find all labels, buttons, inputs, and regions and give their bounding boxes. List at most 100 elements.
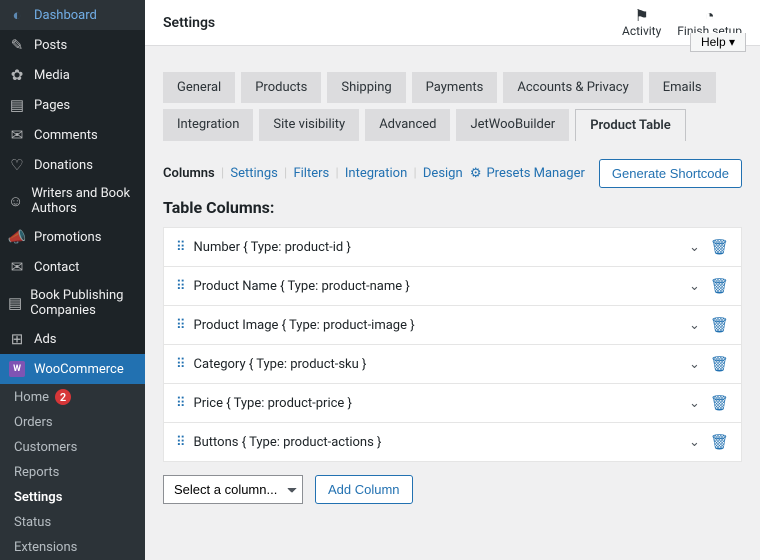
subnav-design[interactable]: Design [423, 166, 463, 181]
tab-general[interactable]: General [163, 72, 235, 103]
generate-shortcode-button[interactable]: Generate Shortcode [599, 159, 742, 188]
submenu-item-home[interactable]: Home2 [0, 384, 145, 410]
sidebar-item-contact[interactable]: ✉ Contact [0, 252, 145, 282]
main-panel: Settings ⚑Activity ◔Finish setup Help ▾ … [145, 0, 760, 511]
help-toggle[interactable]: Help ▾ [690, 33, 746, 52]
sidebar-item-dashboard[interactable]: ◐Dashboard [0, 0, 145, 30]
column-row: ⠿Category { Type: product-sku }⌄🗑 [163, 344, 742, 384]
tab-products[interactable]: Products [241, 72, 321, 103]
progress-icon: ◔ [677, 8, 742, 24]
menu-icon: ♡ [8, 156, 26, 174]
drag-handle-icon[interactable]: ⠿ [176, 318, 184, 333]
tab-product-table[interactable]: Product Table [575, 109, 686, 141]
sidebar-item-writers-and-book-authors[interactable]: ☺Writers and Book Authors [0, 180, 145, 222]
sidebar-item-label: Contact [34, 260, 79, 275]
submenu-label: Reports [14, 465, 59, 480]
submenu-label: Extensions [14, 540, 77, 555]
sidebar-item-label: Comments [34, 128, 98, 143]
column-row: ⠿ Product Image { Type: product-image } ⌄ 🗑 [163, 305, 742, 345]
chevron-down-icon[interactable]: ⌄ [689, 396, 700, 411]
column-row: ⠿ Number { Type: product-id } ⌄ 🗑 [163, 227, 742, 267]
column-label: Product Name { Type: product-name } [194, 279, 680, 294]
column-label: Product Image { Type: product-image } [194, 318, 680, 333]
sidebar-item-book-publishing-companies[interactable]: ▤Book Publishing Companies [0, 282, 145, 324]
chevron-down-icon[interactable]: ⌄ [689, 240, 700, 255]
sidebar-item-ads[interactable]: ⊞ Ads [0, 324, 145, 354]
submenu-label: Customers [14, 440, 77, 455]
trash-icon[interactable]: 🗑 [710, 238, 729, 256]
sidebar-item-label: Media [34, 68, 70, 83]
activity-label: Activity [622, 24, 661, 38]
menu-icon: ◐ [8, 6, 26, 24]
column-label: Number { Type: product-id } [194, 240, 680, 255]
menu-icon: ▤ [8, 294, 22, 312]
menu-icon: ⊞ [8, 330, 26, 348]
content: GeneralProductsShippingPaymentsAccounts … [145, 46, 760, 511]
menu-icon: ✉ [8, 126, 26, 144]
tab-site-visibility[interactable]: Site visibility [259, 109, 359, 141]
subnav-integration[interactable]: Integration [345, 166, 407, 181]
submenu-item-customers[interactable]: Customers [0, 435, 145, 460]
submenu-item-status[interactable]: Status [0, 510, 145, 535]
sidebar-item-promotions[interactable]: 📣 Promotions [0, 222, 145, 252]
sidebar-item-label: Pages [34, 98, 70, 113]
topbar: Settings ⚑Activity ◔Finish setup Help ▾ [145, 0, 760, 46]
sidebar-item-pages[interactable]: ▤ Pages [0, 90, 145, 120]
menu-icon: 📣 [8, 228, 26, 246]
submenu-label: Status [14, 515, 51, 530]
tab-advanced[interactable]: Advanced [365, 109, 450, 141]
chevron-down-icon[interactable]: ⌄ [689, 357, 700, 372]
chevron-down-icon[interactable]: ⌄ [689, 279, 700, 294]
drag-handle-icon[interactable]: ⠿ [176, 435, 184, 450]
subnav-filters[interactable]: Filters [293, 166, 329, 181]
drag-handle-icon[interactable]: ⠿ [176, 279, 184, 294]
sidebar-item-donations[interactable]: ♡Donations [0, 150, 145, 180]
sidebar-item-label: Ads [34, 332, 57, 347]
sidebar-item-label: WooCommerce [34, 362, 124, 377]
submenu-label: Orders [14, 415, 53, 430]
sliders-icon: ⚙ [470, 166, 482, 181]
sidebar-item-label: Promotions [34, 230, 101, 245]
activity-button[interactable]: ⚑Activity [622, 8, 661, 38]
trash-icon[interactable]: 🗑 [710, 277, 729, 295]
tab-jetwoobuilder[interactable]: JetWooBuilder [456, 109, 569, 141]
subnav-settings[interactable]: Settings [230, 166, 277, 181]
trash-icon[interactable]: 🗑 [710, 355, 729, 373]
column-row: ⠿ Product Name { Type: product-name } ⌄ 🗑 [163, 266, 742, 306]
submenu-item-reports[interactable]: Reports [0, 460, 145, 485]
section-subnav: Columns | Settings | Filters | Integrati… [163, 166, 463, 181]
subnav-columns[interactable]: Columns [163, 166, 215, 181]
page-title: Settings [163, 15, 215, 31]
drag-handle-icon[interactable]: ⠿ [176, 240, 184, 255]
chevron-down-icon[interactable]: ⌄ [689, 318, 700, 333]
tab-payments[interactable]: Payments [412, 72, 498, 103]
presets-manager-link[interactable]: ⚙Presets Manager [470, 166, 585, 181]
menu-icon: ✉ [8, 258, 26, 276]
tab-accounts-privacy[interactable]: Accounts & Privacy [503, 72, 642, 103]
admin-sidebar: ◐Dashboard ✎ Posts ✿Media ▤ Pages ✉ Comments ♡Do… [0, 0, 145, 511]
sidebar-item-woocommerce[interactable]: W WooCommerce [0, 354, 145, 384]
trash-icon[interactable]: 🗑 [710, 394, 729, 412]
tab-integration[interactable]: Integration [163, 109, 253, 141]
sidebar-item-media[interactable]: ✿Media [0, 60, 145, 90]
submenu-item-settings[interactable]: Settings [0, 485, 145, 510]
tab-emails[interactable]: Emails [649, 72, 716, 103]
trash-icon[interactable]: 🗑 [710, 316, 729, 334]
add-column-button[interactable]: Add Column [315, 475, 413, 504]
sidebar-item-posts[interactable]: ✎ Posts [0, 30, 145, 60]
sidebar-item-comments[interactable]: ✉ Comments [0, 120, 145, 150]
submenu-item-extensions[interactable]: Extensions [0, 535, 145, 560]
tab-shipping[interactable]: Shipping [327, 72, 405, 103]
trash-icon[interactable]: 🗑 [710, 433, 729, 451]
drag-handle-icon[interactable]: ⠿ [176, 357, 184, 372]
menu-icon: ▤ [8, 96, 26, 114]
column-select[interactable]: Select a column... [163, 475, 303, 504]
menu-icon: ☺ [8, 192, 23, 210]
columns-list: ⠿ Number { Type: product-id } ⌄ 🗑 ⠿ Product N… [163, 227, 742, 461]
woocommerce-icon: W [8, 360, 26, 378]
chevron-down-icon[interactable]: ⌄ [689, 435, 700, 450]
menu-icon: ✎ [8, 36, 26, 54]
drag-handle-icon[interactable]: ⠿ [176, 396, 184, 411]
submenu-item-orders[interactable]: Orders [0, 410, 145, 435]
sidebar-item-label: Posts [34, 38, 67, 53]
